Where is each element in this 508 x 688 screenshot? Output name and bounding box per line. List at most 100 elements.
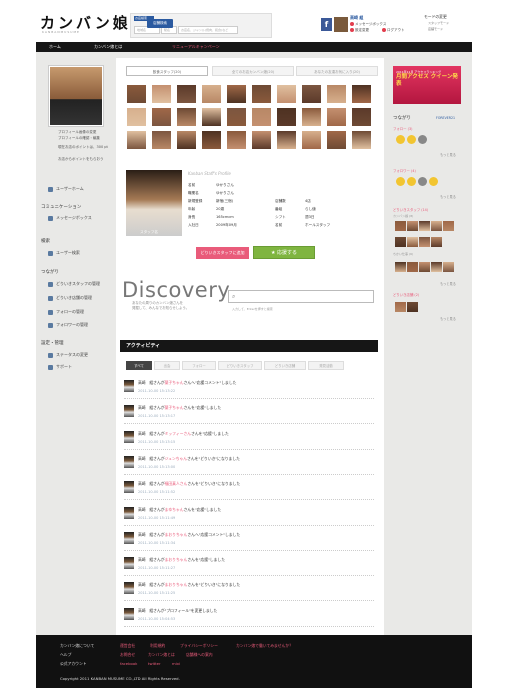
activity-avatar[interactable]: [124, 405, 134, 418]
nav-about[interactable]: カンバン娘とは: [94, 44, 122, 50]
staff-photo[interactable]: [126, 170, 182, 236]
activity-target[interactable]: まおりちゃん: [165, 532, 188, 537]
activity-avatar[interactable]: [124, 582, 134, 595]
shop-title[interactable]: どりいき店舗 (2): [393, 292, 419, 297]
staff-thumbnail[interactable]: [276, 84, 297, 104]
cheer-button[interactable]: ★ 応援する: [253, 246, 315, 259]
staff-thumbnail[interactable]: [176, 107, 197, 127]
staff-thumbnail[interactable]: [301, 84, 322, 104]
follow-title[interactable]: フォロー (3): [393, 126, 412, 131]
sidebar-item-messages[interactable]: メッセージボックス: [48, 215, 92, 221]
staff-thumbnail[interactable]: [326, 84, 347, 104]
activity-avatar[interactable]: [124, 430, 134, 443]
staff-thumbnail[interactable]: [407, 302, 418, 312]
message-box-link[interactable]: メッセージボックス: [350, 22, 386, 27]
activity-avatar[interactable]: [124, 455, 134, 468]
activity-avatar[interactable]: [124, 531, 134, 544]
activity-tab-follow[interactable]: フォロー: [182, 361, 216, 370]
activity-avatar[interactable]: [124, 481, 134, 494]
change-photo-link[interactable]: プロフィール画像の変更: [58, 130, 96, 135]
activity-tab-staff[interactable]: どりいきスタッフ: [218, 361, 262, 370]
staff-thumbnail[interactable]: [151, 107, 172, 127]
shop-mode-link[interactable]: 店舗モード: [428, 27, 443, 31]
footer-shop-guide[interactable]: 店舗様への案内: [186, 652, 213, 658]
footer-official[interactable]: 公式アカウント: [60, 661, 87, 667]
follow-icon[interactable]: [396, 135, 405, 144]
facebook-icon[interactable]: f: [321, 18, 332, 31]
tab-friends-favorites[interactable]: あなたの友達お気に入り(20): [296, 66, 378, 76]
staff-thumbnail[interactable]: [407, 221, 418, 231]
sidebar-item-status[interactable]: ステータスの変更: [48, 352, 88, 358]
staff-more-link[interactable]: もっと見る: [440, 281, 456, 286]
activity-tab-all[interactable]: すべて: [126, 361, 152, 370]
follower-title[interactable]: フォロワー (4): [393, 168, 416, 173]
activity-target[interactable]: 葉子ちゃん: [165, 380, 184, 385]
activity-target[interactable]: まゆちゃん: [165, 507, 184, 512]
staff-thumbnail[interactable]: [431, 237, 442, 247]
nav-campaign[interactable]: リニューアルキャンペーン: [172, 44, 220, 50]
staff-thumbnail[interactable]: [201, 130, 222, 150]
sidebar-item-support[interactable]: サポート: [48, 364, 72, 370]
profile-photo[interactable]: [50, 67, 102, 125]
staff-thumbnail[interactable]: [351, 107, 372, 127]
activity-target[interactable]: ミッフィーさん: [165, 431, 192, 436]
staff-thumbnail[interactable]: [419, 262, 430, 272]
activity-target[interactable]: まおりちゃん: [165, 557, 188, 562]
staff-thumbnail[interactable]: [201, 84, 222, 104]
staff-thumbnail[interactable]: [201, 107, 222, 127]
staff-thumbnail[interactable]: [395, 262, 406, 272]
staff-thumbnail[interactable]: [407, 262, 418, 272]
follow-icon[interactable]: [407, 177, 416, 186]
footer-privacy[interactable]: プライバシーポリシー: [180, 643, 218, 649]
footer-twitter[interactable]: twitter: [148, 661, 161, 666]
footer-company[interactable]: 運営会社: [120, 643, 135, 649]
discovery-search-input[interactable]: ⌕: [228, 290, 374, 303]
sidebar-item-shop-manage[interactable]: どりいき店舗の管理: [48, 295, 92, 301]
staff-thumbnail[interactable]: [126, 107, 147, 127]
staff-thumbnail[interactable]: [226, 84, 247, 104]
activity-avatar[interactable]: [124, 607, 134, 620]
staff-thumbnail[interactable]: [276, 107, 297, 127]
activity-avatar[interactable]: [124, 557, 134, 570]
staff-thumbnail[interactable]: [443, 221, 454, 231]
activity-target[interactable]: ジュンちゃん: [165, 456, 188, 461]
staff-thumbnail[interactable]: [151, 130, 172, 150]
footer-what[interactable]: カンバン娘とは: [148, 652, 175, 658]
staff-thumbnail[interactable]: [351, 130, 372, 150]
staff-thumbnail[interactable]: [326, 130, 347, 150]
staff-thumbnail[interactable]: [407, 237, 418, 247]
staff-thumbnail[interactable]: [443, 262, 454, 272]
edit-profile-link[interactable]: プロフィールの確認・編集: [58, 136, 100, 141]
activity-target[interactable]: まおりちゃん: [165, 582, 188, 587]
settings-link[interactable]: 設定変更: [350, 28, 369, 33]
footer-terms[interactable]: 利用規約: [150, 643, 165, 649]
activity-avatar[interactable]: [124, 506, 134, 519]
activity-target[interactable]: 福田真人さん: [165, 481, 188, 486]
follow-icon[interactable]: [418, 177, 427, 186]
footer-mixi[interactable]: mixi: [172, 661, 180, 666]
tab-food-staff[interactable]: 飲食スタッフ(20): [126, 66, 208, 76]
get-points-link[interactable]: お店からポイントをもらおう: [58, 157, 104, 162]
user-avatar[interactable]: [334, 17, 348, 32]
keyword-input[interactable]: お店名、ジャンル(焼肉、和食)など: [178, 26, 238, 34]
staff-thumbnail[interactable]: [251, 84, 272, 104]
staff-thumbnail[interactable]: [419, 221, 430, 231]
staff-thumbnail[interactable]: [126, 130, 147, 150]
staff-mode-link[interactable]: スタッフモード: [428, 21, 449, 25]
activity-tab-meet[interactable]: 出会: [154, 361, 180, 370]
footer-facebook[interactable]: facebook: [120, 661, 137, 666]
nav-home[interactable]: ホーム: [49, 44, 61, 50]
sidebar-item-user-search[interactable]: ユーザー検索: [48, 250, 80, 256]
ranking-banner[interactable]: 2011年11月 アクセスランキング 月間アクセス クイーン発表: [393, 66, 461, 104]
staff-thumbnail[interactable]: [126, 84, 147, 104]
staff-thumbnail[interactable]: [151, 84, 172, 104]
tab-all-shops[interactable]: 全てのお店カンバン娘(20): [212, 66, 294, 76]
staff-thumbnail[interactable]: [395, 221, 406, 231]
follow-more-link[interactable]: もっと見る: [440, 152, 456, 157]
staff-thumbnail[interactable]: [251, 107, 272, 127]
activity-target[interactable]: 葉子ちゃん: [165, 405, 184, 410]
follow-icon[interactable]: [407, 135, 416, 144]
activity-avatar[interactable]: [124, 380, 134, 392]
follow-icon[interactable]: [418, 135, 427, 144]
staff-thumbnail[interactable]: [176, 130, 197, 150]
